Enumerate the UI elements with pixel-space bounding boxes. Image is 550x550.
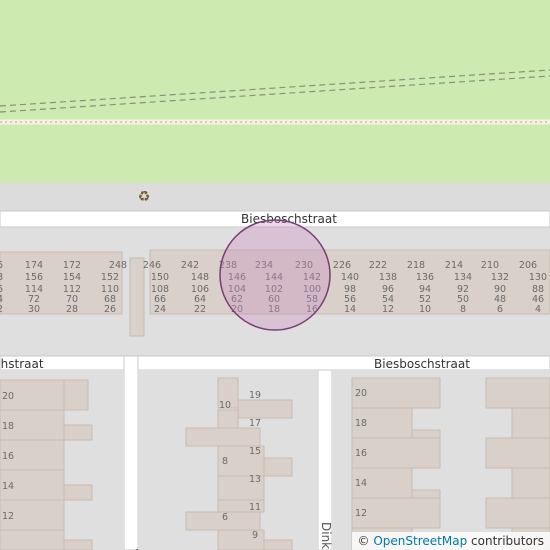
house-number: 14 bbox=[2, 481, 14, 492]
house-number: 17 bbox=[249, 418, 261, 429]
street-label-mid-left: oschstraat bbox=[0, 357, 44, 371]
house-number: 138 bbox=[379, 272, 397, 283]
house-number: 10 bbox=[219, 400, 231, 411]
house-number: 8 bbox=[222, 456, 228, 467]
house-number: 4 bbox=[535, 304, 541, 315]
house-number: 148 bbox=[191, 272, 209, 283]
house-number: 130 bbox=[529, 272, 547, 283]
house-number: 26 bbox=[104, 304, 116, 315]
house-number: 14 bbox=[355, 478, 367, 489]
house-number: 174 bbox=[25, 260, 43, 271]
house-number: 28 bbox=[66, 304, 78, 315]
house-number: 206 bbox=[519, 260, 537, 271]
house-number: 210 bbox=[481, 260, 499, 271]
house-number: 20 bbox=[355, 388, 367, 399]
house-number: 222 bbox=[369, 260, 387, 271]
house-number: 22 bbox=[194, 304, 206, 315]
house-number: 15 bbox=[249, 446, 261, 457]
attribution-osm-link[interactable]: OpenStreetMap bbox=[373, 534, 467, 548]
house-number: 8 bbox=[0, 272, 3, 283]
house-number: 12 bbox=[382, 304, 394, 315]
house-number: 30 bbox=[28, 304, 40, 315]
house-number: 242 bbox=[181, 260, 199, 271]
recycling-icon[interactable]: ♻ bbox=[138, 189, 151, 205]
attribution-prefix: © bbox=[357, 534, 374, 548]
house-number: 214 bbox=[445, 260, 463, 271]
house-number: 20 bbox=[2, 391, 14, 402]
street-label-dink: Dink bbox=[319, 522, 333, 549]
house-number: 9 bbox=[252, 530, 258, 541]
house-number: 18 bbox=[355, 418, 367, 429]
house-number: 172 bbox=[63, 260, 81, 271]
map-canvas[interactable]: ♻ Biesboschstraat 6174172248246242238234… bbox=[0, 0, 550, 550]
house-number: 19 bbox=[249, 390, 261, 401]
house-number: 18 bbox=[2, 421, 14, 432]
house-number: 16 bbox=[2, 451, 14, 462]
house-number: 14 bbox=[344, 304, 356, 315]
map-attribution: © OpenStreetMap contributors bbox=[351, 532, 550, 550]
house-number: 136 bbox=[416, 272, 434, 283]
house-number: 8 bbox=[460, 304, 466, 315]
house-number: 13 bbox=[249, 474, 261, 485]
house-number: 24 bbox=[154, 304, 166, 315]
house-number: 6 bbox=[222, 512, 228, 523]
house-number: 10 bbox=[419, 304, 431, 315]
house-number: 2 bbox=[0, 304, 3, 315]
location-marker[interactable] bbox=[219, 219, 331, 331]
street-vertical-left[interactable] bbox=[123, 355, 139, 550]
house-number: 154 bbox=[63, 272, 81, 283]
house-number: 132 bbox=[491, 272, 509, 283]
house-number: 16 bbox=[355, 448, 367, 459]
house-number: 150 bbox=[151, 272, 169, 283]
house-number: 156 bbox=[25, 272, 43, 283]
house-number: 226 bbox=[333, 260, 351, 271]
house-number: 12 bbox=[2, 511, 14, 522]
house-number: 134 bbox=[454, 272, 472, 283]
house-number: 152 bbox=[101, 272, 119, 283]
house-number: 11 bbox=[249, 502, 261, 513]
house-number: 6 bbox=[0, 260, 3, 271]
house-number: 246 bbox=[143, 260, 161, 271]
pavement-top bbox=[0, 183, 550, 211]
park-area bbox=[0, 0, 550, 183]
house-number: 12 bbox=[355, 508, 367, 519]
house-number: 248 bbox=[109, 260, 127, 271]
attribution-suffix: contributors bbox=[467, 534, 544, 548]
street-label-mid-right: Biesboschstraat bbox=[374, 357, 470, 371]
house-number: 218 bbox=[407, 260, 425, 271]
house-number: 6 bbox=[497, 304, 503, 315]
house-number: 140 bbox=[341, 272, 359, 283]
